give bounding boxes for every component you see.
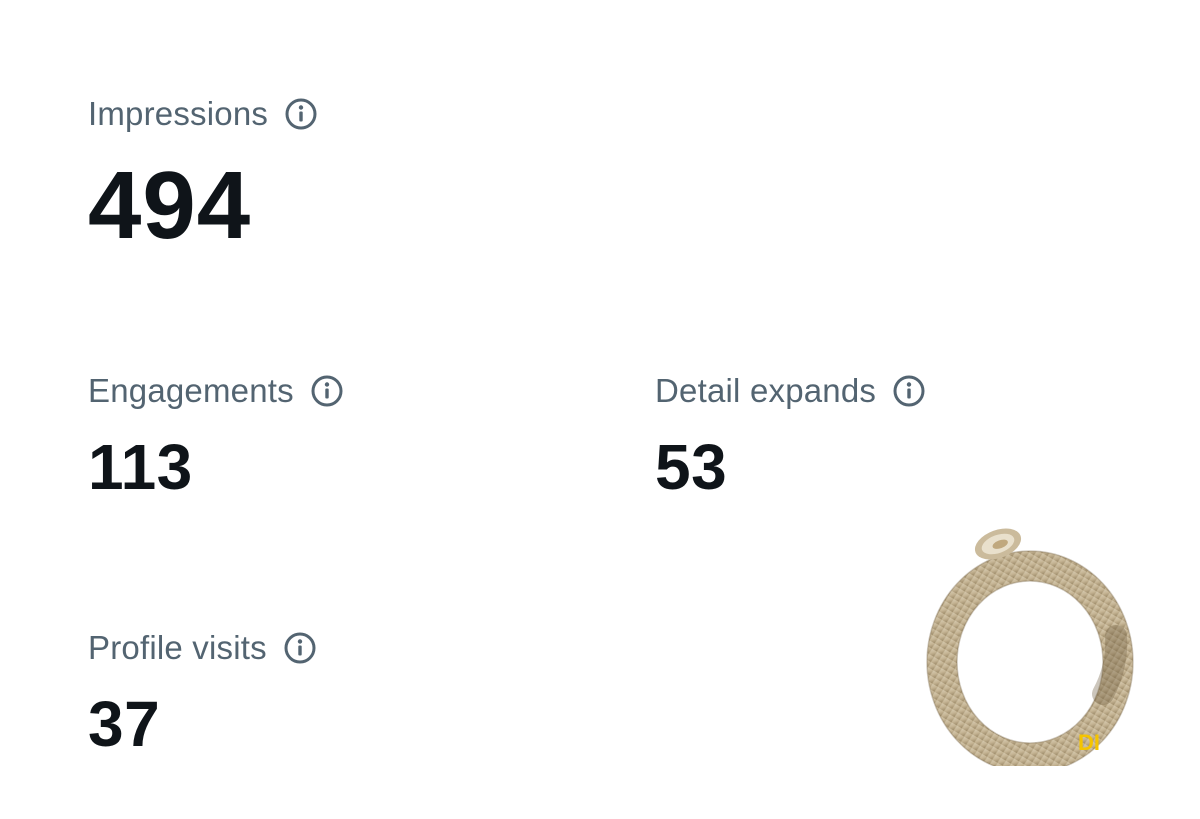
info-icon[interactable] bbox=[284, 97, 318, 131]
impressions-label-row: Impressions bbox=[88, 92, 318, 136]
impressions-value: 494 bbox=[88, 152, 252, 259]
info-icon[interactable] bbox=[310, 374, 344, 408]
engagements-label: Engagements bbox=[88, 372, 294, 409]
info-icon[interactable] bbox=[283, 631, 317, 665]
engagements-value: 113 bbox=[88, 431, 193, 503]
profile-visits-label: Profile visits bbox=[88, 629, 267, 666]
detail-expands-label: Detail expands bbox=[655, 372, 877, 409]
engagements-label-row: Engagements bbox=[88, 369, 344, 413]
profile-visits-value: 37 bbox=[88, 688, 161, 760]
detail-expands-metric: Detail expands 53 bbox=[655, 369, 926, 499]
impressions-label: Impressions bbox=[88, 95, 269, 132]
svg-text:DI: DI bbox=[1078, 730, 1100, 755]
detail-expands-label-row: Detail expands bbox=[655, 369, 926, 413]
detail-expands-value: 53 bbox=[655, 431, 728, 503]
impressions-metric: Impressions 494 bbox=[88, 92, 318, 254]
engagements-metric: Engagements 113 bbox=[88, 369, 344, 499]
profile-visits-label-row: Profile visits bbox=[88, 626, 317, 670]
ring-sticker-image: DI bbox=[918, 516, 1158, 774]
profile-visits-metric: Profile visits 37 bbox=[88, 626, 317, 756]
info-icon[interactable] bbox=[892, 374, 926, 408]
